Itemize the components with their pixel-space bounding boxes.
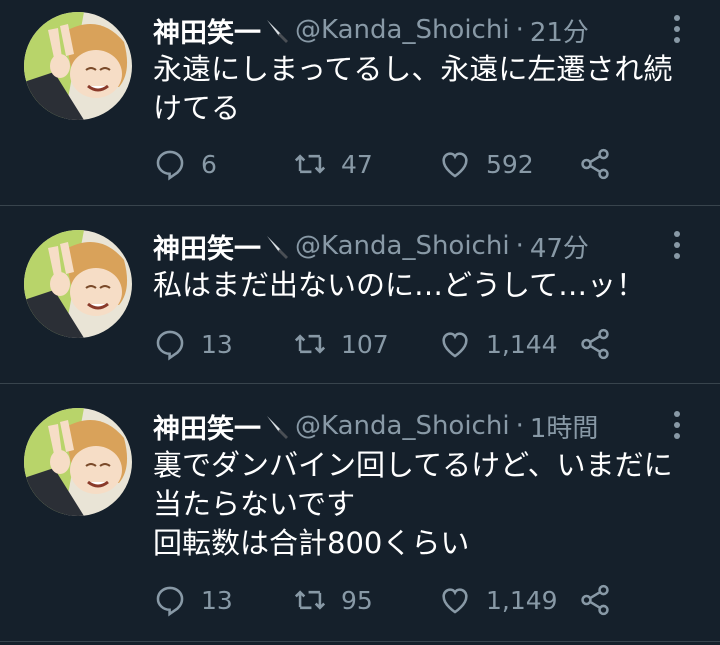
heart-icon xyxy=(442,332,468,358)
reply-icon xyxy=(156,586,184,617)
tweet[interactable]: 神田笑一 @Kanda_Shoichi · 1時間 裏でダンバイン回してるけど、… xyxy=(0,384,720,642)
avatar[interactable] xyxy=(24,12,132,120)
reply-button[interactable]: 13 xyxy=(153,324,233,364)
share-icon xyxy=(581,148,609,180)
tweet-text: 永遠にしまってるし、永遠に左遷され続 けてる xyxy=(153,52,673,125)
reply-button[interactable]: 13 xyxy=(153,580,233,620)
like-count: 1,149 xyxy=(486,585,558,615)
reply-icon xyxy=(156,150,184,181)
tweet-actions: 6 47 592 xyxy=(153,144,633,184)
display-name[interactable]: 神田笑一 xyxy=(153,407,261,446)
timestamp[interactable]: 47分 xyxy=(530,228,589,265)
retweet-count: 107 xyxy=(341,329,389,359)
share-icon xyxy=(581,328,609,360)
tweet-text: 私はまだ出ないのに…どうして…ッ！ xyxy=(153,268,646,302)
separator: · xyxy=(515,15,524,45)
share-button[interactable] xyxy=(578,324,626,364)
like-count: 592 xyxy=(486,149,534,179)
heart-icon xyxy=(442,152,468,178)
reply-count: 13 xyxy=(201,329,233,359)
more-vertical-icon[interactable] xyxy=(672,410,682,440)
knife-icon xyxy=(267,20,288,43)
knife-icon xyxy=(267,236,288,259)
timestamp[interactable]: 21分 xyxy=(530,12,589,49)
avatar[interactable] xyxy=(24,408,132,516)
retweet-count: 95 xyxy=(341,585,373,615)
like-button[interactable]: 1,144 xyxy=(438,324,558,364)
like-count: 1,144 xyxy=(486,329,558,359)
retweet-button[interactable]: 95 xyxy=(293,580,373,620)
knife-icon xyxy=(267,416,288,439)
share-icon xyxy=(581,584,609,616)
retweet-button[interactable]: 107 xyxy=(293,324,389,364)
heart-icon xyxy=(442,588,468,614)
like-button[interactable]: 1,149 xyxy=(438,580,558,620)
tweet-text: 裏でダンバイン回してるけど、いまだに 当たらないです 回転数は合計800くらい xyxy=(153,448,673,560)
reply-icon xyxy=(156,330,184,361)
avatar[interactable] xyxy=(24,230,132,338)
like-button[interactable]: 592 xyxy=(438,144,534,184)
retweet-button[interactable]: 47 xyxy=(293,144,373,184)
reply-count: 6 xyxy=(201,149,217,179)
reply-count: 13 xyxy=(201,585,233,615)
separator: · xyxy=(515,231,524,261)
more-vertical-icon[interactable] xyxy=(672,14,682,44)
share-button[interactable] xyxy=(578,144,626,184)
user-handle[interactable]: @Kanda_Shoichi xyxy=(295,411,510,441)
retweet-icon xyxy=(294,154,326,174)
display-name[interactable]: 神田笑一 xyxy=(153,11,261,50)
reply-button[interactable]: 6 xyxy=(153,144,217,184)
retweet-icon xyxy=(294,334,326,354)
tweet[interactable]: 神田笑一 @Kanda_Shoichi · 47分 私はまだ出ないのに…どうして… xyxy=(0,206,720,384)
user-handle[interactable]: @Kanda_Shoichi xyxy=(295,231,510,261)
display-name[interactable]: 神田笑一 xyxy=(153,227,261,266)
tweet[interactable]: 神田笑一 @Kanda_Shoichi · 21分 永遠にしまってるし、永遠に左… xyxy=(0,0,720,206)
user-handle[interactable]: @Kanda_Shoichi xyxy=(295,15,510,45)
separator: · xyxy=(515,411,524,441)
retweet-icon xyxy=(294,590,326,610)
more-vertical-icon[interactable] xyxy=(672,230,682,260)
tweet-actions: 13 95 1,149 xyxy=(153,580,633,620)
tweet-actions: 13 107 1,144 xyxy=(153,324,633,364)
timestamp[interactable]: 1時間 xyxy=(530,408,599,445)
share-button[interactable] xyxy=(578,580,626,620)
retweet-count: 47 xyxy=(341,149,373,179)
